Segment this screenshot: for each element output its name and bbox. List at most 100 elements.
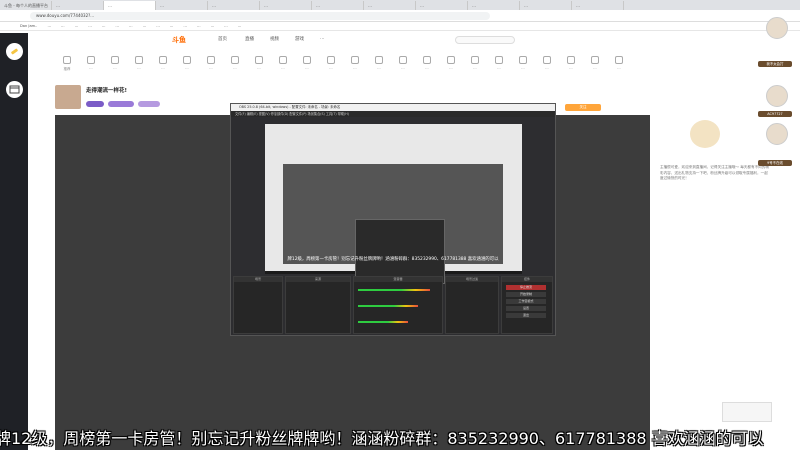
viewer-avatar[interactable] (766, 85, 788, 107)
browser-tab[interactable]: … (52, 1, 104, 10)
category-item[interactable]: … (463, 55, 487, 79)
obs-preview (265, 124, 522, 284)
browser-tab[interactable]: … (416, 1, 468, 10)
browser-tab[interactable]: … (104, 1, 156, 10)
follow-button[interactable]: 关注 (565, 104, 601, 111)
category-label: … (521, 66, 525, 70)
category-item[interactable]: … (151, 55, 175, 79)
nav-item[interactable]: 直播 (245, 36, 254, 42)
bookmark-item[interactable]: … (75, 22, 79, 30)
browser-tab[interactable]: … (312, 1, 364, 10)
preview-browser (265, 124, 522, 284)
browser-tab[interactable]: 斗鱼 - 每个人的直播平台 (0, 1, 52, 10)
scenes-dock: 场景 (233, 276, 283, 334)
bookmark-item[interactable]: … (61, 22, 65, 30)
preview-player (283, 164, 503, 284)
bookmark-item[interactable]: … (211, 22, 215, 30)
scrolling-ticker: 牌12级，周榜第一卡房管！别忘记升粉丝牌牌哟！涵涵粉碎群：835232990、6… (0, 429, 764, 448)
category-icon (471, 56, 479, 64)
bookmark-item[interactable]: … (183, 22, 187, 30)
mini-graph (722, 402, 772, 422)
browser-tab[interactable]: … (468, 1, 520, 10)
category-item[interactable]: … (535, 55, 559, 79)
category-item[interactable]: … (175, 55, 199, 79)
category-item[interactable]: … (559, 55, 583, 79)
category-icon (543, 56, 551, 64)
category-item[interactable]: … (607, 55, 631, 79)
browser-tab[interactable]: … (156, 1, 208, 10)
browser-tab[interactable]: … (572, 1, 624, 10)
browser-tab[interactable]: … (260, 1, 312, 10)
category-item[interactable]: … (319, 55, 343, 79)
category-label: … (209, 66, 213, 70)
category-item[interactable]: … (127, 55, 151, 79)
category-item[interactable]: … (271, 55, 295, 79)
category-item[interactable]: … (79, 55, 103, 79)
streamer-avatar[interactable] (55, 85, 81, 109)
category-item[interactable]: … (103, 55, 127, 79)
category-item[interactable]: … (199, 55, 223, 79)
bookmark-item[interactable]: … (115, 22, 119, 30)
viewer-avatar[interactable] (766, 17, 788, 39)
category-label: … (137, 66, 141, 70)
category-label: … (185, 66, 189, 70)
bookmark-item[interactable]: … (102, 22, 106, 30)
category-label: … (329, 66, 333, 70)
category-item[interactable]: 推荐 (55, 55, 79, 79)
category-item[interactable]: … (247, 55, 271, 79)
studio-mode-button[interactable]: 工作室模式 (506, 299, 546, 304)
category-label: … (353, 66, 357, 70)
start-recording-button[interactable]: 开始录制 (506, 292, 546, 297)
bookmark-item[interactable]: … (238, 22, 242, 30)
nav-item[interactable]: 视频 (270, 36, 279, 42)
audio-meter (358, 289, 430, 291)
bookmark-item[interactable]: … (143, 22, 147, 30)
category-label: … (545, 66, 549, 70)
bookmark-item[interactable]: … (156, 22, 160, 30)
category-item[interactable]: … (487, 55, 511, 79)
nav-item[interactable]: 游戏 (295, 36, 304, 42)
category-item[interactable]: … (415, 55, 439, 79)
settings-button[interactable]: 设置 (506, 306, 546, 311)
search-input[interactable] (455, 36, 515, 44)
nav-item[interactable]: … (320, 36, 325, 41)
bookmark-item[interactable]: … (170, 22, 174, 30)
stop-stream-button[interactable]: 停止推流 (506, 285, 546, 290)
url-field[interactable]: www.douyu.com/7744032?... (30, 12, 490, 20)
bookmark-item[interactable]: … (47, 22, 51, 30)
preview-obs-window (355, 219, 445, 284)
category-item[interactable]: … (583, 55, 607, 79)
category-item[interactable]: … (391, 55, 415, 79)
category-item[interactable]: … (439, 55, 463, 79)
viewer-avatar[interactable] (766, 123, 788, 145)
bookmark-item[interactable]: … (88, 22, 92, 30)
browser-tab[interactable]: … (520, 1, 572, 10)
category-item[interactable]: … (295, 55, 319, 79)
pencil-icon[interactable] (6, 43, 23, 60)
exit-button[interactable]: 退出 (506, 313, 546, 318)
nav-item[interactable]: 首页 (218, 36, 227, 42)
category-icon (231, 56, 239, 64)
category-icon (567, 56, 575, 64)
category-icon (423, 56, 431, 64)
category-label: … (401, 66, 405, 70)
streamer-badge (108, 101, 134, 107)
window-icon[interactable] (6, 81, 23, 98)
browser-tab[interactable]: … (364, 1, 416, 10)
category-item[interactable]: … (511, 55, 535, 79)
obs-menu-bar[interactable]: 文件(F) 编辑(E) 视图(V) 停靠部件(D) 配置文件(P) 场景集合(S… (231, 111, 555, 117)
browser-tab-bar: 斗鱼 - 每个人的直播平台…………………………… (0, 0, 800, 10)
address-bar: www.douyu.com/7744032?... (0, 10, 800, 22)
bookmark-item[interactable]: Dan Jam.. (20, 22, 37, 30)
bookmark-item[interactable]: … (197, 22, 201, 30)
bookmark-item[interactable]: … (224, 22, 228, 30)
transitions-dock: 场景过渡 (445, 276, 499, 334)
category-icon (111, 56, 119, 64)
obs-overlay-text: 牌12级，周榜第一卡房管！别忘记升粉丝牌牌哟！涵涵粉碎群：835232990、6… (287, 257, 499, 262)
bookmark-item[interactable]: … (129, 22, 133, 30)
category-item[interactable]: … (223, 55, 247, 79)
category-item[interactable]: … (367, 55, 391, 79)
dock-title: 场景 (234, 277, 282, 282)
category-item[interactable]: … (343, 55, 367, 79)
browser-tab[interactable]: … (208, 1, 260, 10)
